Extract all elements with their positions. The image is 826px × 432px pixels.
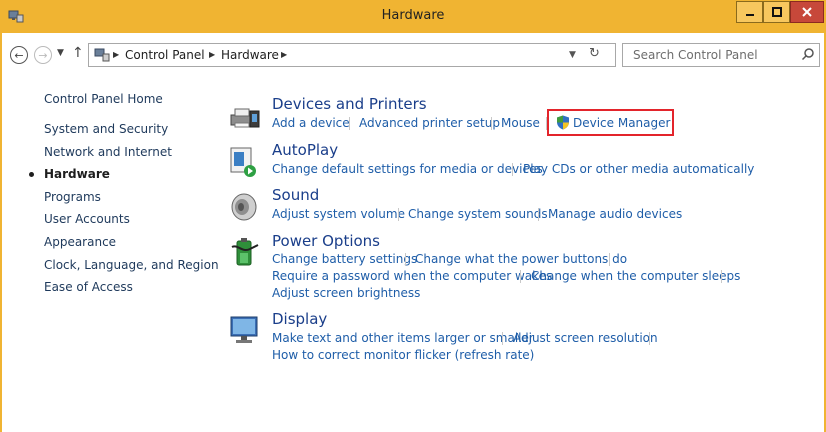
mouse-link[interactable]: Mouse <box>501 116 540 130</box>
display-title[interactable]: Display <box>272 310 327 328</box>
adjust-screen-resolution-link[interactable]: Adjust screen resolution <box>513 331 658 345</box>
sidebar-item-ease-of-access[interactable]: Ease of Access <box>44 280 133 294</box>
active-bullet <box>29 172 34 177</box>
address-bar[interactable]: ▶ Control Panel ▶ Hardware ▶ ▼ ↻ <box>88 43 616 67</box>
adjust-screen-brightness-link[interactable]: Adjust screen brightness <box>272 286 420 300</box>
window-title: Hardware <box>381 8 445 23</box>
manage-audio-devices-link[interactable]: Manage audio devices <box>548 207 682 221</box>
monitor-flicker-link[interactable]: How to correct monitor flicker (refresh … <box>272 348 534 362</box>
navigation-bar: ← → ▼ ↑ ▶ Control Panel ▶ Hardware ▶ ▼ ↻… <box>6 40 820 70</box>
maximize-button[interactable] <box>763 1 790 23</box>
arrow-left-icon: ← <box>14 48 24 62</box>
control-panel-icon <box>94 48 110 62</box>
sidebar-item-network-and-internet[interactable]: Network and Internet <box>44 145 172 159</box>
sidebar-item-system-and-security[interactable]: System and Security <box>44 122 168 136</box>
title-bar[interactable]: Hardware <box>0 0 826 33</box>
link-separator <box>520 270 521 283</box>
change-computer-sleeps-link[interactable]: Change when the computer sleeps <box>531 269 740 283</box>
battery-icon[interactable] <box>228 235 262 269</box>
link-separator <box>491 117 492 130</box>
autoplay-title[interactable]: AutoPlay <box>272 141 338 159</box>
forward-button[interactable]: → <box>34 46 52 64</box>
speaker-icon[interactable] <box>228 190 262 224</box>
sidebar-item-clock-language-region[interactable]: Clock, Language, and Region <box>44 258 219 272</box>
maximize-icon <box>771 7 782 17</box>
close-button[interactable] <box>790 1 824 23</box>
recent-locations-dropdown[interactable]: ▼ <box>57 48 64 58</box>
sound-title[interactable]: Sound <box>272 186 319 204</box>
sidebar-item-hardware: Hardware <box>44 167 110 181</box>
chevron-down-icon: ▼ <box>57 48 64 58</box>
make-text-larger-link[interactable]: Make text and other items larger or smal… <box>272 331 534 345</box>
devices-and-printers-title[interactable]: Devices and Printers <box>272 95 427 113</box>
close-icon <box>802 7 812 17</box>
sidebar-item-user-accounts[interactable]: User Accounts <box>44 212 130 226</box>
link-separator <box>405 253 406 266</box>
breadcrumb-separator-icon[interactable]: ▶ <box>209 50 215 59</box>
breadcrumb-hardware[interactable]: Hardware <box>221 48 279 62</box>
address-dropdown-icon[interactable]: ▼ <box>569 50 576 60</box>
breadcrumb-separator-icon[interactable]: ▶ <box>113 50 119 59</box>
require-password-link[interactable]: Require a password when the computer wak… <box>272 269 552 283</box>
sidebar-item-programs[interactable]: Programs <box>44 190 101 204</box>
autoplay-icon[interactable] <box>228 145 262 179</box>
link-separator <box>349 117 350 130</box>
monitor-icon[interactable] <box>228 313 262 347</box>
highlight-box <box>547 109 674 136</box>
breadcrumb-separator-icon[interactable]: ▶ <box>281 50 287 59</box>
link-separator <box>609 253 610 266</box>
arrow-up-icon: ↑ <box>72 45 84 61</box>
minimize-icon <box>745 14 754 16</box>
link-separator <box>721 270 722 283</box>
control-panel-window: Hardware ← → ▼ ↑ ▶ Control Panel ▶ Hardw… <box>0 0 826 432</box>
search-icon[interactable] <box>801 47 815 61</box>
search-box[interactable]: Search Control Panel <box>622 43 820 67</box>
add-a-device-link[interactable]: Add a device <box>272 116 350 130</box>
link-separator <box>512 163 513 176</box>
back-button[interactable]: ← <box>10 46 28 64</box>
refresh-icon[interactable]: ↻ <box>589 46 600 61</box>
change-system-sounds-link[interactable]: Change system sounds <box>408 207 548 221</box>
change-default-settings-link[interactable]: Change default settings for media or dev… <box>272 162 543 176</box>
change-battery-settings-link[interactable]: Change battery settings <box>272 252 417 266</box>
up-button[interactable]: ↑ <box>72 45 84 61</box>
adjust-system-volume-link[interactable]: Adjust system volume <box>272 207 405 221</box>
play-cds-link[interactable]: Play CDs or other media automatically <box>523 162 754 176</box>
advanced-printer-setup-link[interactable]: Advanced printer setup <box>359 116 500 130</box>
link-separator <box>649 332 650 345</box>
search-placeholder: Search Control Panel <box>633 48 758 62</box>
change-power-buttons-link[interactable]: Change what the power buttons do <box>415 252 627 266</box>
link-separator <box>538 208 539 221</box>
sidebar-item-appearance[interactable]: Appearance <box>44 235 116 249</box>
printer-icon[interactable] <box>228 99 262 133</box>
arrow-right-icon: → <box>38 48 48 62</box>
power-options-title[interactable]: Power Options <box>272 232 380 250</box>
sidebar-item-control-panel-home[interactable]: Control Panel Home <box>44 92 163 106</box>
breadcrumb-control-panel[interactable]: Control Panel <box>125 48 205 62</box>
link-separator <box>398 208 399 221</box>
link-separator <box>502 332 503 345</box>
minimize-button[interactable] <box>736 1 763 23</box>
